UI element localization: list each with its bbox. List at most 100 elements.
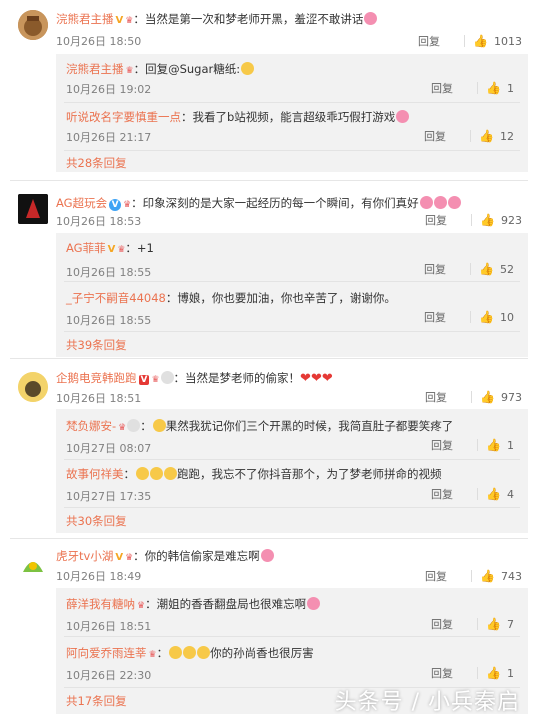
reply-text: 潮姐的香香翻盘局也很难忘啊 bbox=[156, 597, 307, 611]
avatar[interactable] bbox=[18, 194, 48, 224]
more-replies-link[interactable]: 共28条回复 bbox=[66, 155, 127, 171]
avatar[interactable] bbox=[18, 10, 48, 40]
reply-text: +1 bbox=[136, 241, 154, 255]
like-count: 973 bbox=[501, 390, 522, 404]
smile-emoji-icon bbox=[152, 419, 166, 432]
reply-text: 博娘，你也要加油，你也辛苦了，谢谢你。 bbox=[177, 291, 396, 305]
verified-icon: V bbox=[109, 199, 122, 211]
smile-emoji-icon bbox=[241, 62, 255, 75]
like-button[interactable]: 👍 743 bbox=[480, 569, 522, 583]
thumbs-up-icon: 👍 bbox=[486, 666, 501, 680]
reply-username[interactable]: 阿向爱乔雨连莘 bbox=[66, 646, 147, 660]
smile-emoji-icon bbox=[164, 467, 177, 480]
like-count: 923 bbox=[501, 213, 522, 227]
heart-icon: ❤❤❤ bbox=[300, 371, 333, 386]
emoji-icon bbox=[160, 371, 174, 384]
reply-username[interactable]: 浣熊君主播 bbox=[66, 62, 124, 76]
like-button[interactable]: 👍 52 bbox=[479, 262, 514, 276]
like-button[interactable]: 👍 1013 bbox=[473, 34, 522, 48]
comment-body: 企鹅电竞韩跑跑 V ♛ ：当然是梦老师的偷家！❤❤❤ bbox=[56, 371, 333, 386]
thumbs-up-icon: 👍 bbox=[486, 617, 501, 631]
username[interactable]: 虎牙tv小湖 bbox=[56, 549, 113, 563]
like-button[interactable]: 👍 1 bbox=[486, 81, 514, 95]
comment-text: 印象深刻的是大家一起经历的每一个瞬间，有你们真好 bbox=[142, 196, 419, 210]
reply-button[interactable]: 回复 bbox=[431, 486, 471, 502]
reply-box: AG菲菲 V ♛：+1 10月26日 18:55 回复 👍 52 _子宁不嗣音44048… bbox=[56, 233, 528, 357]
reply-button[interactable]: 回复 bbox=[424, 309, 464, 325]
reply-username[interactable]: AG菲菲 bbox=[66, 241, 106, 255]
reply-button[interactable]: 回复 bbox=[425, 389, 465, 405]
user-avatar-icon bbox=[18, 372, 48, 402]
thumbs-up-icon: 👍 bbox=[486, 487, 501, 501]
ag-logo-icon bbox=[18, 194, 48, 224]
like-button[interactable]: 👍 973 bbox=[480, 390, 522, 404]
reply-button[interactable]: 回复 bbox=[431, 80, 471, 96]
reply-button[interactable]: 回复 bbox=[431, 616, 471, 632]
huya-logo-icon bbox=[18, 550, 48, 580]
reply-box: 梵负娜安- ♛：果然我犹记你们三个开黑的时候，我简直肚子都要笑疼了 10月27日 … bbox=[56, 409, 528, 533]
like-button[interactable]: 👍 923 bbox=[480, 213, 522, 227]
reply-username[interactable]: 薛洋我有糖呐 bbox=[66, 597, 135, 611]
like-button[interactable]: 👍 4 bbox=[486, 487, 514, 501]
reply-text: 回复@Sugar糖纸: bbox=[145, 62, 241, 76]
more-replies-link[interactable]: 共39条回复 bbox=[66, 337, 127, 353]
reply-username[interactable]: 故事何祥美 bbox=[66, 467, 124, 481]
like-button[interactable]: 👍 12 bbox=[479, 129, 514, 143]
smile-emoji-icon bbox=[169, 646, 183, 659]
smile-emoji-icon bbox=[183, 646, 197, 659]
reply-text: 你的孙尚香也很厉害 bbox=[210, 646, 314, 660]
thumbs-up-icon: 👍 bbox=[479, 310, 494, 324]
username[interactable]: 浣熊君主播 bbox=[56, 12, 114, 26]
comment-text: 你的韩信偷家是难忘啊 bbox=[144, 549, 260, 563]
reply-button[interactable]: 回复 bbox=[431, 665, 471, 681]
reply-button[interactable]: 回复 bbox=[431, 437, 471, 453]
timestamp: 10月26日 18:50 bbox=[56, 35, 142, 48]
reply-text: 我看了b站视频，能言超级乖巧假打游戏 bbox=[192, 110, 396, 124]
reply-text: 跑跑，我忘不了你抖音那个，为了梦老师拼命的视频 bbox=[177, 467, 442, 481]
heart-emoji-icon bbox=[447, 196, 461, 209]
reply-username[interactable]: 听说改名字要慎重一点 bbox=[66, 110, 181, 124]
avatar[interactable] bbox=[18, 372, 48, 402]
reply-button[interactable]: 回复 bbox=[424, 128, 464, 144]
reply-box: 浣熊君主播 ♛：回复@Sugar糖纸: 10月26日 19:02 回复 👍 1 听说改… bbox=[56, 54, 528, 172]
heart-emoji-icon bbox=[419, 196, 433, 209]
comment-text: 当然是梦老师的偷家！ bbox=[185, 371, 301, 385]
more-replies-link[interactable]: 共17条回复 bbox=[66, 693, 127, 709]
like-count: 1013 bbox=[494, 34, 522, 48]
level-badge-icon: ♛ bbox=[151, 375, 160, 385]
heart-emoji-icon bbox=[307, 597, 321, 610]
reply-button[interactable]: 回复 bbox=[418, 33, 458, 49]
reply-button[interactable]: 回复 bbox=[425, 568, 465, 584]
verified-badge: V bbox=[115, 552, 124, 563]
smile-emoji-icon bbox=[197, 646, 211, 659]
level-badge-icon: ♛ bbox=[123, 200, 132, 210]
thumbs-up-icon: 👍 bbox=[486, 81, 501, 95]
avatar[interactable] bbox=[18, 550, 48, 580]
reply-text: 果然我犹记你们三个开黑的时候，我简直肚子都要笑疼了 bbox=[165, 419, 454, 433]
user-avatar-icon bbox=[18, 10, 48, 40]
thumbs-up-icon: 👍 bbox=[473, 34, 488, 48]
username[interactable]: 企鹅电竞韩跑跑 bbox=[56, 371, 137, 385]
timestamp: 10月26日 18:51 bbox=[56, 392, 142, 405]
thumbs-up-icon: 👍 bbox=[480, 213, 495, 227]
comment-body: 虎牙tv小湖 V ♛：你的韩信偷家是难忘啊 bbox=[56, 548, 274, 564]
thumbs-up-icon: 👍 bbox=[486, 438, 501, 452]
like-button[interactable]: 👍 7 bbox=[486, 617, 514, 631]
timestamp: 10月26日 18:53 bbox=[56, 215, 142, 228]
reply-username[interactable]: 梵负娜安- bbox=[66, 419, 116, 433]
reply-button[interactable]: 回复 bbox=[424, 261, 464, 277]
like-button[interactable]: 👍 1 bbox=[486, 666, 514, 680]
more-replies-link[interactable]: 共30条回复 bbox=[66, 513, 127, 529]
timestamp: 10月26日 18:49 bbox=[56, 570, 142, 583]
like-count: 743 bbox=[501, 569, 522, 583]
thumbs-up-icon: 👍 bbox=[480, 390, 495, 404]
thumbs-up-icon: 👍 bbox=[480, 569, 495, 583]
level-badge-icon: ♛ bbox=[125, 66, 134, 76]
like-button[interactable]: 👍 1 bbox=[486, 438, 514, 452]
emoji-icon bbox=[127, 419, 141, 432]
username[interactable]: AG超玩会 bbox=[56, 196, 107, 210]
like-button[interactable]: 👍 10 bbox=[479, 310, 514, 324]
watermark: 头条号 / 小兵秦启 bbox=[334, 690, 520, 715]
reply-button[interactable]: 回复 bbox=[425, 212, 465, 228]
reply-username[interactable]: _子宁不嗣音44048 bbox=[66, 291, 166, 305]
